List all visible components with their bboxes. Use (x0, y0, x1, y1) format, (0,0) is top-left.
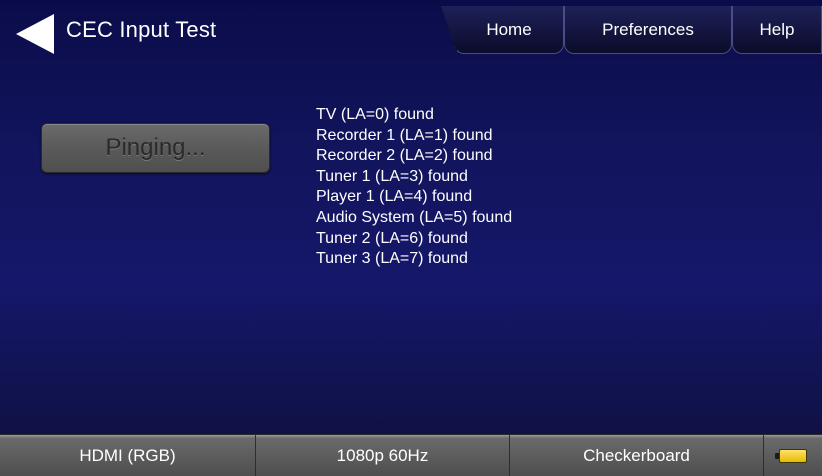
ping-button-label: Pinging... (105, 134, 206, 161)
status-format-label: 1080p 60Hz (336, 445, 429, 465)
list-item: Tuner 3 (LA=7) found (316, 250, 468, 268)
status-interface-label: HDMI (RGB) (79, 445, 176, 465)
status-battery (764, 435, 822, 476)
list-item: Player 1 (LA=4) found (316, 188, 473, 206)
list-item: TV (LA=0) found (316, 106, 434, 123)
battery-icon (775, 448, 807, 463)
page-title: CEC Input Test (66, 17, 217, 42)
tab-help[interactable]: Help (732, 6, 822, 54)
list-item: Recorder 1 (LA=1) found (316, 126, 493, 144)
tab-home-label: Home (486, 19, 532, 39)
list-item: Audio System (LA=5) found (316, 208, 513, 226)
device-results-list: TV (LA=0) found Recorder 1 (LA=1) found … (316, 105, 512, 270)
list-item: Recorder 2 (LA=2) found (316, 147, 493, 165)
list-item: Tuner 1 (LA=3) found (316, 167, 468, 185)
status-image-label: Checkerboard (583, 445, 690, 465)
header-bar: CEC Input Test Home Preferences Help (0, 0, 822, 66)
tab-help-label: Help (759, 19, 795, 39)
status-image[interactable]: Checkerboard (510, 435, 764, 476)
back-arrow-icon (16, 14, 54, 54)
status-interface[interactable]: HDMI (RGB) (0, 435, 256, 476)
status-format[interactable]: 1080p 60Hz (256, 435, 510, 476)
ping-button[interactable]: Pinging... (41, 123, 270, 173)
tab-preferences[interactable]: Preferences (564, 6, 732, 54)
tab-preferences-label: Preferences (602, 19, 694, 39)
status-bar: HDMI (RGB) 1080p 60Hz Checkerboard (0, 434, 822, 476)
list-item: Tuner 2 (LA=6) found (316, 229, 468, 247)
back-button[interactable] (14, 12, 56, 56)
tab-home[interactable]: Home (454, 6, 564, 54)
